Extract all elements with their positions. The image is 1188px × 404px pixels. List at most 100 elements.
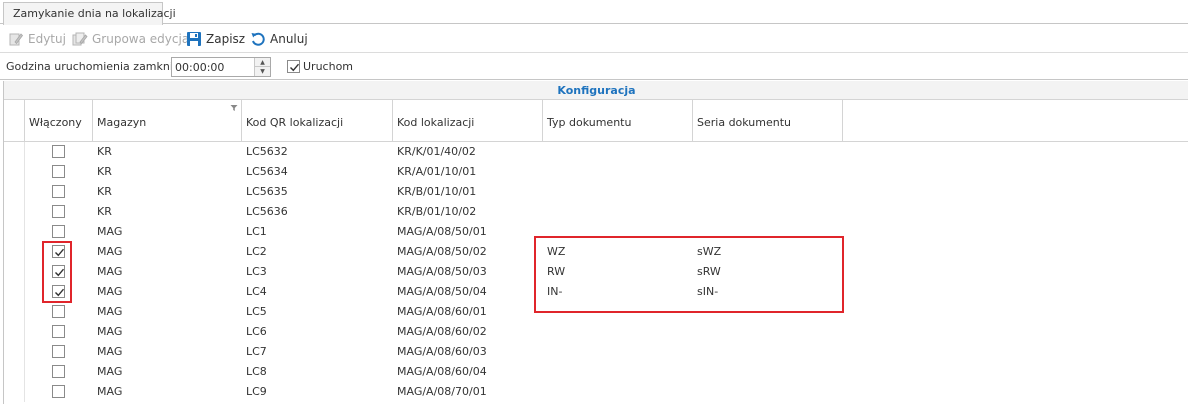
enabled-checkbox[interactable] bbox=[52, 205, 65, 218]
cell-kod-qr: LC5632 bbox=[246, 145, 288, 158]
group-edit-button[interactable]: Grupowa edycja bbox=[72, 29, 189, 49]
start-time-field[interactable]: 00:00:00 ▲ ▼ bbox=[171, 57, 271, 77]
column-headers: Włączony Magazyn Kod QR lokalizacji Kod … bbox=[4, 100, 1188, 142]
cell-kod-lokalizacji: MAG/A/08/50/03 bbox=[397, 265, 487, 278]
run-label: Uruchom bbox=[303, 60, 354, 73]
row-indicator[interactable] bbox=[4, 142, 25, 162]
table-row[interactable]: MAG LC6 MAG/A/08/60/02 bbox=[4, 322, 1188, 342]
band-title: Konfiguracja bbox=[557, 84, 636, 97]
enabled-checkbox[interactable] bbox=[52, 325, 65, 338]
save-icon bbox=[186, 31, 202, 47]
filter-icon[interactable] bbox=[230, 102, 238, 115]
run-checkbox[interactable] bbox=[287, 60, 300, 73]
cell-kod-qr: LC6 bbox=[246, 325, 267, 338]
column-header-magazyn[interactable]: Magazyn bbox=[93, 100, 242, 142]
table-row[interactable]: KR LC5636 KR/B/01/10/02 bbox=[4, 202, 1188, 222]
highlight-enabled-checkboxes bbox=[42, 241, 72, 303]
band-header: Konfiguracja bbox=[4, 81, 1188, 100]
cancel-button[interactable]: Anuluj bbox=[250, 29, 308, 49]
cell-kod-lokalizacji: MAG/A/08/50/02 bbox=[397, 245, 487, 258]
row-indicator[interactable] bbox=[4, 162, 25, 182]
cell-kod-lokalizacji: MAG/A/08/60/03 bbox=[397, 345, 487, 358]
table-row[interactable]: MAG LC7 MAG/A/08/60/03 bbox=[4, 342, 1188, 362]
column-header-magazyn-label: Magazyn bbox=[97, 116, 147, 129]
cell-magazyn: MAG bbox=[97, 225, 123, 238]
undo-icon bbox=[250, 31, 266, 47]
cell-kod-qr: LC5 bbox=[246, 305, 267, 318]
highlight-document-types bbox=[534, 236, 844, 313]
row-indicator[interactable] bbox=[4, 342, 25, 362]
row-indicator[interactable] bbox=[4, 322, 25, 342]
tab-zamykanie-dnia[interactable]: Zamykanie dnia na lokalizacji bbox=[3, 2, 176, 25]
edit-button[interactable]: Edytuj bbox=[8, 29, 66, 49]
cell-kod-qr: LC4 bbox=[246, 285, 267, 298]
save-button[interactable]: Zapisz bbox=[186, 29, 245, 49]
cell-magazyn: KR bbox=[97, 205, 112, 218]
cell-kod-lokalizacji: KR/K/01/40/02 bbox=[397, 145, 476, 158]
start-time-label: Godzina uruchomienia zamknięcia bbox=[6, 60, 196, 73]
table-row[interactable]: KR LC5635 KR/B/01/10/01 bbox=[4, 182, 1188, 202]
spin-up-icon[interactable]: ▲ bbox=[255, 58, 270, 67]
parameters-bar: Godzina uruchomienia zamknięcia 00:00:00… bbox=[0, 54, 1188, 80]
start-time-value: 00:00:00 bbox=[175, 61, 225, 74]
cell-kod-qr: LC8 bbox=[246, 365, 267, 378]
group-edit-icon bbox=[72, 31, 88, 47]
row-indicator[interactable] bbox=[4, 222, 25, 242]
column-header-kod-qr[interactable]: Kod QR lokalizacji bbox=[242, 100, 393, 142]
cell-magazyn: KR bbox=[97, 185, 112, 198]
cell-magazyn: MAG bbox=[97, 245, 123, 258]
cell-kod-qr: LC5635 bbox=[246, 185, 288, 198]
column-header-wlaczony[interactable]: Włączony bbox=[25, 100, 93, 142]
cell-magazyn: MAG bbox=[97, 345, 123, 358]
enabled-checkbox[interactable] bbox=[52, 385, 65, 398]
cell-magazyn: MAG bbox=[97, 265, 123, 278]
tab-bar: Zamykanie dnia na lokalizacji bbox=[0, 0, 1188, 25]
cell-kod-lokalizacji: KR/A/01/10/01 bbox=[397, 165, 477, 178]
configuration-grid: Konfiguracja Włączony Magazyn Kod QR lok… bbox=[3, 81, 1188, 404]
enabled-checkbox[interactable] bbox=[52, 365, 65, 378]
row-indicator[interactable] bbox=[4, 202, 25, 222]
table-row[interactable]: KR LC5634 KR/A/01/10/01 bbox=[4, 162, 1188, 182]
cell-kod-qr: LC7 bbox=[246, 345, 267, 358]
save-label: Zapisz bbox=[206, 32, 246, 46]
row-indicator[interactable] bbox=[4, 382, 25, 402]
column-header-kod-lokalizacji[interactable]: Kod lokalizacji bbox=[393, 100, 543, 142]
column-header-seria-dokumentu[interactable]: Seria dokumentu bbox=[693, 100, 843, 142]
group-edit-label: Grupowa edycja bbox=[92, 32, 190, 46]
row-indicator[interactable] bbox=[4, 282, 25, 302]
enabled-checkbox[interactable] bbox=[52, 185, 65, 198]
edit-label: Edytuj bbox=[28, 32, 66, 46]
enabled-checkbox[interactable] bbox=[52, 345, 65, 358]
cell-kod-lokalizacji: KR/B/01/10/02 bbox=[397, 205, 477, 218]
enabled-checkbox[interactable] bbox=[52, 225, 65, 238]
cell-magazyn: KR bbox=[97, 165, 112, 178]
toolbar: Edytuj Grupowa edycja Zapisz Anuluj bbox=[0, 25, 1188, 53]
table-row[interactable]: MAG LC9 MAG/A/08/70/01 bbox=[4, 382, 1188, 402]
cancel-label: Anuluj bbox=[270, 32, 308, 46]
row-indicator[interactable] bbox=[4, 242, 25, 262]
cell-magazyn: MAG bbox=[97, 365, 123, 378]
enabled-checkbox[interactable] bbox=[52, 165, 65, 178]
cell-kod-qr: LC3 bbox=[246, 265, 267, 278]
cell-kod-qr: LC2 bbox=[246, 245, 267, 258]
cell-kod-lokalizacji: MAG/A/08/50/01 bbox=[397, 225, 487, 238]
cell-kod-qr: LC1 bbox=[246, 225, 267, 238]
cell-kod-lokalizacji: MAG/A/08/60/02 bbox=[397, 325, 487, 338]
cell-kod-lokalizacji: MAG/A/08/60/01 bbox=[397, 305, 487, 318]
enabled-checkbox[interactable] bbox=[52, 305, 65, 318]
table-row[interactable]: KR LC5632 KR/K/01/40/02 bbox=[4, 142, 1188, 162]
table-row[interactable]: MAG LC8 MAG/A/08/60/04 bbox=[4, 362, 1188, 382]
cell-magazyn: MAG bbox=[97, 325, 123, 338]
cell-magazyn: MAG bbox=[97, 385, 123, 398]
spin-down-icon[interactable]: ▼ bbox=[255, 67, 270, 76]
row-indicator[interactable] bbox=[4, 302, 25, 322]
enabled-checkbox[interactable] bbox=[52, 145, 65, 158]
cell-kod-lokalizacji: MAG/A/08/50/04 bbox=[397, 285, 487, 298]
edit-icon bbox=[8, 31, 24, 47]
time-spinner[interactable]: ▲ ▼ bbox=[254, 58, 270, 76]
row-indicator[interactable] bbox=[4, 182, 25, 202]
cell-kod-lokalizacji: MAG/A/08/70/01 bbox=[397, 385, 487, 398]
row-indicator[interactable] bbox=[4, 362, 25, 382]
column-header-typ-dokumentu[interactable]: Typ dokumentu bbox=[543, 100, 693, 142]
row-indicator[interactable] bbox=[4, 262, 25, 282]
